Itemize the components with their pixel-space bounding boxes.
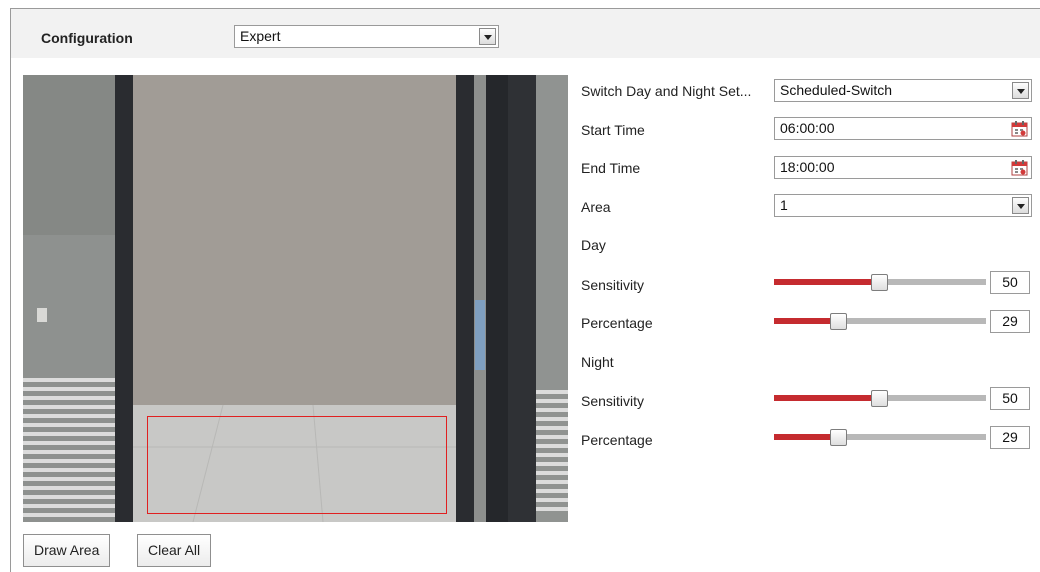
area-label: Area — [581, 199, 611, 215]
end-time-label: End Time — [581, 160, 641, 176]
area-select[interactable]: 1 — [774, 194, 1032, 217]
day-percentage-slider[interactable] — [774, 313, 986, 330]
switch-day-night-label: Switch Day and Night Set... — [581, 83, 752, 99]
configuration-bar: Configuration Expert — [11, 9, 1040, 58]
start-time-label: Start Time — [581, 122, 645, 138]
clear-all-button[interactable]: Clear All — [137, 534, 212, 567]
configuration-panel: Configuration Expert Draw Area Clear All… — [10, 8, 1040, 572]
configuration-mode-select[interactable]: Expert — [234, 25, 499, 48]
night-sensitivity-slider[interactable] — [774, 390, 986, 407]
slider-thumb[interactable] — [830, 429, 847, 446]
start-time-value: 06:00:00 — [780, 120, 835, 136]
chevron-down-icon[interactable] — [1012, 82, 1029, 99]
draw-area-button[interactable]: Draw Area — [23, 534, 111, 567]
day-sensitivity-value[interactable]: 50 — [990, 271, 1030, 294]
detection-area-rectangle[interactable] — [147, 416, 447, 514]
night-percentage-slider[interactable] — [774, 429, 986, 446]
end-time-field[interactable]: 18:00:00 — [774, 156, 1032, 179]
slider-thumb[interactable] — [830, 313, 847, 330]
calendar-icon[interactable] — [1011, 159, 1028, 176]
day-percentage-label: Percentage — [581, 315, 653, 331]
night-percentage-value[interactable]: 29 — [990, 426, 1030, 449]
slider-thumb[interactable] — [871, 274, 888, 291]
day-sensitivity-slider[interactable] — [774, 274, 986, 291]
start-time-field[interactable]: 06:00:00 — [774, 117, 1032, 140]
video-preview[interactable] — [23, 75, 568, 522]
night-sensitivity-label: Sensitivity — [581, 393, 645, 409]
slider-thumb[interactable] — [871, 390, 888, 407]
chevron-down-icon[interactable] — [1012, 197, 1029, 214]
switch-day-night-value: Scheduled-Switch — [780, 82, 893, 98]
switch-day-night-select[interactable]: Scheduled-Switch — [774, 79, 1032, 102]
night-percentage-label: Percentage — [581, 432, 653, 448]
configuration-label: Configuration — [41, 30, 133, 46]
day-heading: Day — [581, 237, 606, 253]
day-percentage-value[interactable]: 29 — [990, 310, 1030, 333]
configuration-mode-value: Expert — [240, 28, 281, 44]
chevron-down-icon[interactable] — [479, 28, 496, 45]
calendar-icon[interactable] — [1011, 120, 1028, 137]
day-sensitivity-label: Sensitivity — [581, 277, 645, 293]
night-sensitivity-value[interactable]: 50 — [990, 387, 1030, 410]
end-time-value: 18:00:00 — [780, 159, 835, 175]
night-heading: Night — [581, 354, 614, 370]
area-value: 1 — [780, 197, 788, 213]
